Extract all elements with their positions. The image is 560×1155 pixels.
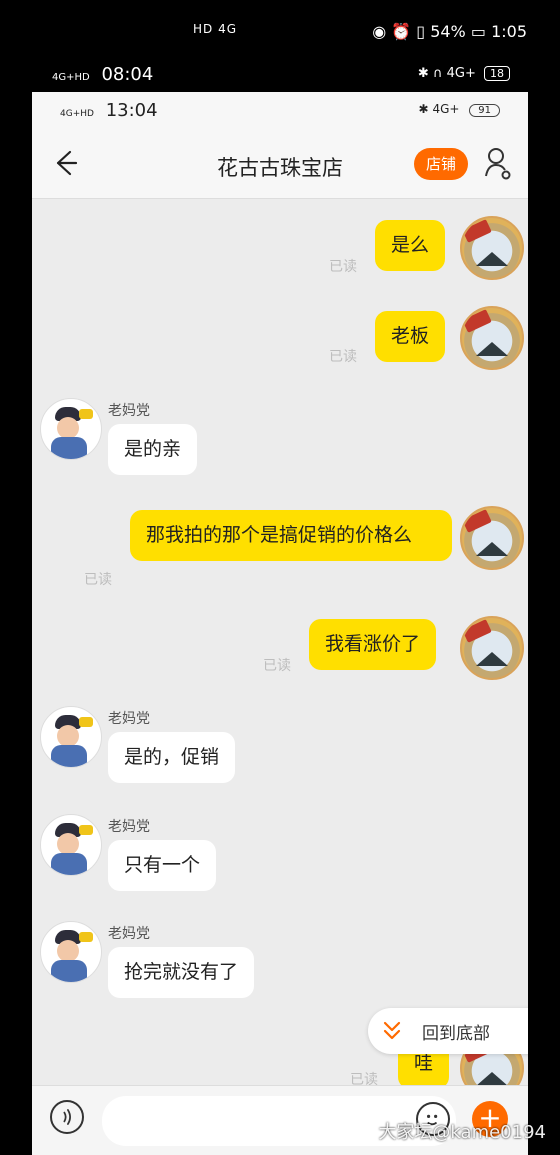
alarm-icon: ⏰ [391,22,412,41]
seller-avatar[interactable] [40,921,102,983]
message-bubble-mine[interactable]: 我看涨价了 [309,619,437,670]
message-bubble-mine[interactable]: 那我拍的那个是搞促销的价格么 [130,510,452,561]
message-bubble-seller[interactable]: 只有一个 [108,840,217,891]
nested-time: 08:04 [101,64,154,85]
shop-button[interactable]: 店铺 [414,148,468,180]
chat-screen: 4G+HD 13:04 ✱ 4G+ 91 花古古珠宝店 店铺 是么 已读 老板 … [32,92,528,1155]
network-indicators: HD 4G [193,22,238,36]
message-bubble-mine[interactable]: 是么 [375,220,446,271]
double-chevron-down-icon [383,1021,401,1040]
outer-status-right: ◉ ⏰ ▯ 54% ▭ 1:05 [372,22,527,41]
scroll-to-bottom-label: 回到底部 [422,1024,490,1044]
message-bubble-seller[interactable]: 抢完就没有了 [108,947,255,998]
seller-nickname: 老妈党 [108,819,150,835]
inner-time: 13:04 [105,100,158,121]
eye-icon: ◉ [372,22,387,41]
seller-avatar[interactable] [40,398,102,460]
bluetooth-icon: ✱ [417,66,429,81]
outer-status-bar: HD 4G ◉ ⏰ ▯ 54% ▭ 1:05 [0,0,560,58]
bluetooth-icon: ✱ [418,102,429,116]
read-status: 已读 [84,572,112,588]
read-status: 已读 [329,259,357,275]
chat-header: 花古古珠宝店 店铺 [32,130,528,199]
read-status: 已读 [263,658,291,674]
seller-avatar[interactable] [40,706,102,768]
seller-nickname: 老妈党 [108,926,150,942]
battery-icon: ▭ [470,22,486,41]
battery-percent: 54% [430,22,466,41]
message-bubble-mine[interactable]: 老板 [375,311,446,362]
outer-time: 1:05 [491,22,527,41]
message-bubble-seller[interactable]: 是的，促销 [108,732,236,783]
scroll-to-bottom-button[interactable]: 回到底部 [368,1008,528,1054]
user-settings-icon[interactable] [484,146,512,182]
signal-icon: 4G+HD [52,72,90,83]
message-bubble-seller[interactable]: 是的亲 [108,424,198,475]
headphone-icon: ∩ [432,66,443,81]
battery-level: 91 [469,104,500,117]
my-avatar[interactable] [460,616,524,680]
net-type: 4G+ [432,102,460,116]
vibrate-icon: ▯ [416,22,426,41]
watermark: 大家坛@kame0194 [378,1122,546,1143]
inner-status-bar: 4G+HD 13:04 ✱ 4G+ 91 [32,92,528,130]
nested-status-bar: 4G+HD 08:04 ✱ ∩ 4G+ 18 [0,58,560,92]
voice-icon[interactable] [50,1100,84,1134]
battery-level: 18 [484,66,510,81]
signal-icon: 4G+HD [60,109,94,119]
read-status: 已读 [329,349,357,365]
seller-nickname: 老妈党 [108,403,150,419]
seller-avatar[interactable] [40,814,102,876]
seller-nickname: 老妈党 [108,711,150,727]
my-avatar[interactable] [460,306,524,370]
my-avatar[interactable] [460,216,524,280]
my-avatar[interactable] [460,506,524,570]
net-type: 4G+ [446,66,476,81]
